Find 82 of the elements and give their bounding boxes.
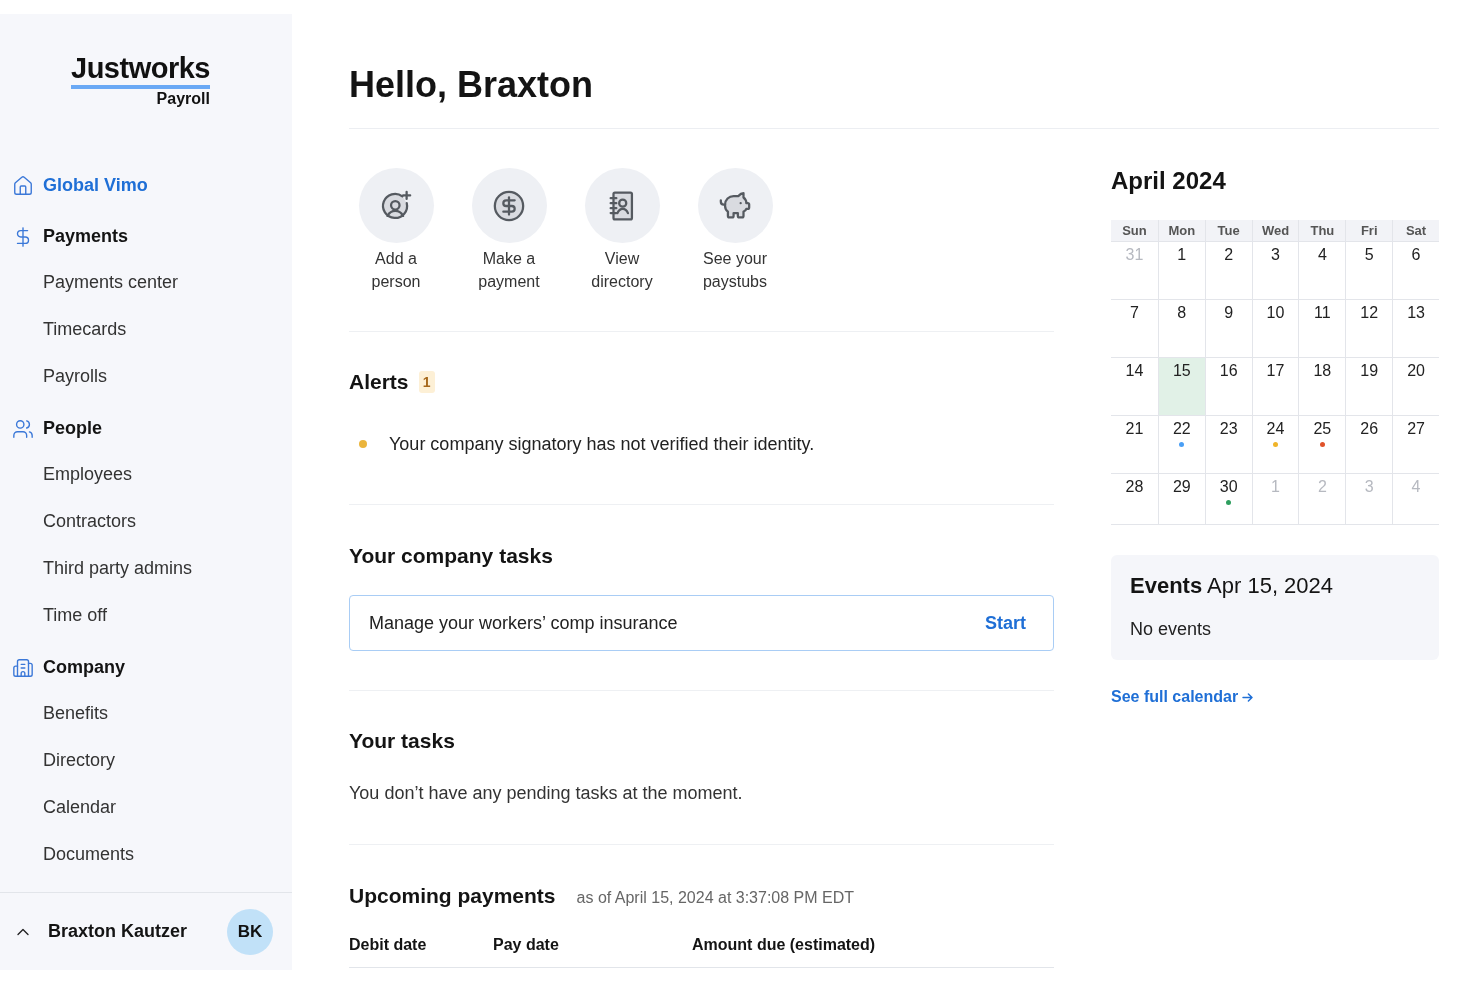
alerts-heading: Alerts (349, 369, 409, 395)
calendar-day[interactable]: 3 (1251, 242, 1299, 299)
nav-section-link[interactable]: Global Vimo (0, 163, 292, 208)
calendar-day[interactable]: 25 (1298, 416, 1346, 473)
upcoming-payments-heading: Upcoming payments (349, 883, 556, 909)
column-header: Pay date (493, 936, 559, 953)
column-header: Amount due (estimated) (692, 936, 876, 953)
nav-link[interactable]: Timecards (0, 306, 292, 353)
logo-product-label: Payroll (156, 89, 210, 109)
quick-action-button[interactable]: See your paystubs (688, 168, 782, 293)
nav-link[interactable]: Payments center (0, 259, 292, 306)
calendar-day[interactable]: 11 (1298, 300, 1346, 357)
events-heading: Events Apr 15, 2024 (1130, 572, 1335, 600)
user-avatar[interactable]: BK (227, 908, 273, 955)
people-icon (12, 417, 34, 440)
weekday-label: Tue (1204, 220, 1252, 241)
quick-action-button[interactable]: Make a payment (462, 168, 556, 293)
home-icon (12, 174, 34, 197)
calendar-day[interactable]: 16 (1204, 358, 1252, 415)
calendar-day[interactable]: 21 (1111, 416, 1158, 473)
greeting-heading: Hello, Braxton (349, 64, 595, 106)
calendar-day[interactable]: 2 (1204, 242, 1252, 299)
task-text: Manage your workers’ comp insurance (369, 611, 678, 635)
user-name: Braxton Kautzer (48, 920, 188, 943)
empty-tasks-text: You don’t have any pending tasks at the moment. (349, 782, 744, 805)
nav-link[interactable]: Time off (0, 592, 292, 639)
nav-link[interactable]: Payrolls (0, 353, 292, 400)
quick-action-button[interactable]: Add a person (349, 168, 443, 293)
building-icon (12, 656, 34, 679)
quick-action-button[interactable]: View directory (575, 168, 669, 293)
calendar-day[interactable]: 13 (1392, 300, 1439, 357)
month-heading: April 2024 (1111, 167, 1227, 195)
nav-link[interactable]: Employees (0, 451, 292, 498)
weekday-label: Sat (1392, 220, 1439, 241)
calendar-day[interactable]: 6 (1392, 242, 1439, 299)
logo-wordmark: Justworks (71, 51, 210, 89)
your-tasks-heading: Your tasks (349, 728, 456, 754)
calendar-day[interactable]: 9 (1204, 300, 1252, 357)
calendar-day[interactable]: 8 (1157, 300, 1205, 357)
weekday-label: Thu (1298, 220, 1346, 241)
as-of-timestamp: as of April 15, 2024 at 3:37:08 PM EDT (576, 888, 855, 908)
calendar-day[interactable]: 19 (1345, 358, 1393, 415)
calendar-day[interactable]: 29 (1157, 474, 1205, 524)
calendar-day[interactable]: 22 (1157, 416, 1205, 473)
weekday-label: Fri (1345, 220, 1393, 241)
calendar-day[interactable]: 5 (1345, 242, 1393, 299)
calendar-day[interactable]: 1 (1157, 242, 1205, 299)
no-events-text: No events (1130, 618, 1213, 641)
alert-text: Your company signatory has not verified their identity. (389, 433, 815, 456)
weekday-label: Wed (1251, 220, 1299, 241)
nav-section-link[interactable]: People (0, 406, 292, 451)
nav-link[interactable]: Documents (0, 831, 292, 878)
nav-link[interactable]: Third party admins (0, 545, 292, 592)
column-header: Debit date (349, 936, 427, 953)
nav-link[interactable]: Contractors (0, 498, 292, 545)
calendar-day[interactable]: 30 (1204, 474, 1252, 524)
calendar-day[interactable]: 14 (1111, 358, 1158, 415)
nav-link[interactable]: Directory (0, 737, 292, 784)
calendar-day[interactable]: 15 (1157, 358, 1205, 415)
nav-link[interactable]: Calendar (0, 784, 292, 831)
calendar-day[interactable]: 26 (1345, 416, 1393, 473)
calendar-day[interactable]: 23 (1204, 416, 1252, 473)
nav-section-link[interactable]: Company (0, 645, 292, 690)
calendar-day[interactable]: 20 (1392, 358, 1439, 415)
alert-count-badge: 1 (418, 371, 435, 393)
weekday-label: Mon (1157, 220, 1205, 241)
nav-link[interactable]: Benefits (0, 690, 292, 737)
calendar-day[interactable]: 12 (1345, 300, 1393, 357)
calendar-day[interactable]: 28 (1111, 474, 1158, 524)
calendar-day[interactable]: 27 (1392, 416, 1439, 473)
calendar-day[interactable]: 18 (1298, 358, 1346, 415)
calendar-day[interactable]: 17 (1251, 358, 1299, 415)
nav-section-link[interactable]: Payments (0, 214, 292, 259)
calendar-day[interactable]: 24 (1251, 416, 1299, 473)
calendar-day[interactable]: 7 (1111, 300, 1158, 357)
arrow-right-icon (1242, 692, 1254, 702)
start-button[interactable]: Start (985, 609, 1026, 637)
company-tasks-heading: Your company tasks (349, 543, 554, 569)
see-full-calendar-link[interactable]: See full calendar (1111, 686, 1254, 708)
calendar-day[interactable]: 10 (1251, 300, 1299, 357)
calendar-day[interactable]: 4 (1298, 242, 1346, 299)
weekday-label: Sun (1121, 221, 1148, 240)
